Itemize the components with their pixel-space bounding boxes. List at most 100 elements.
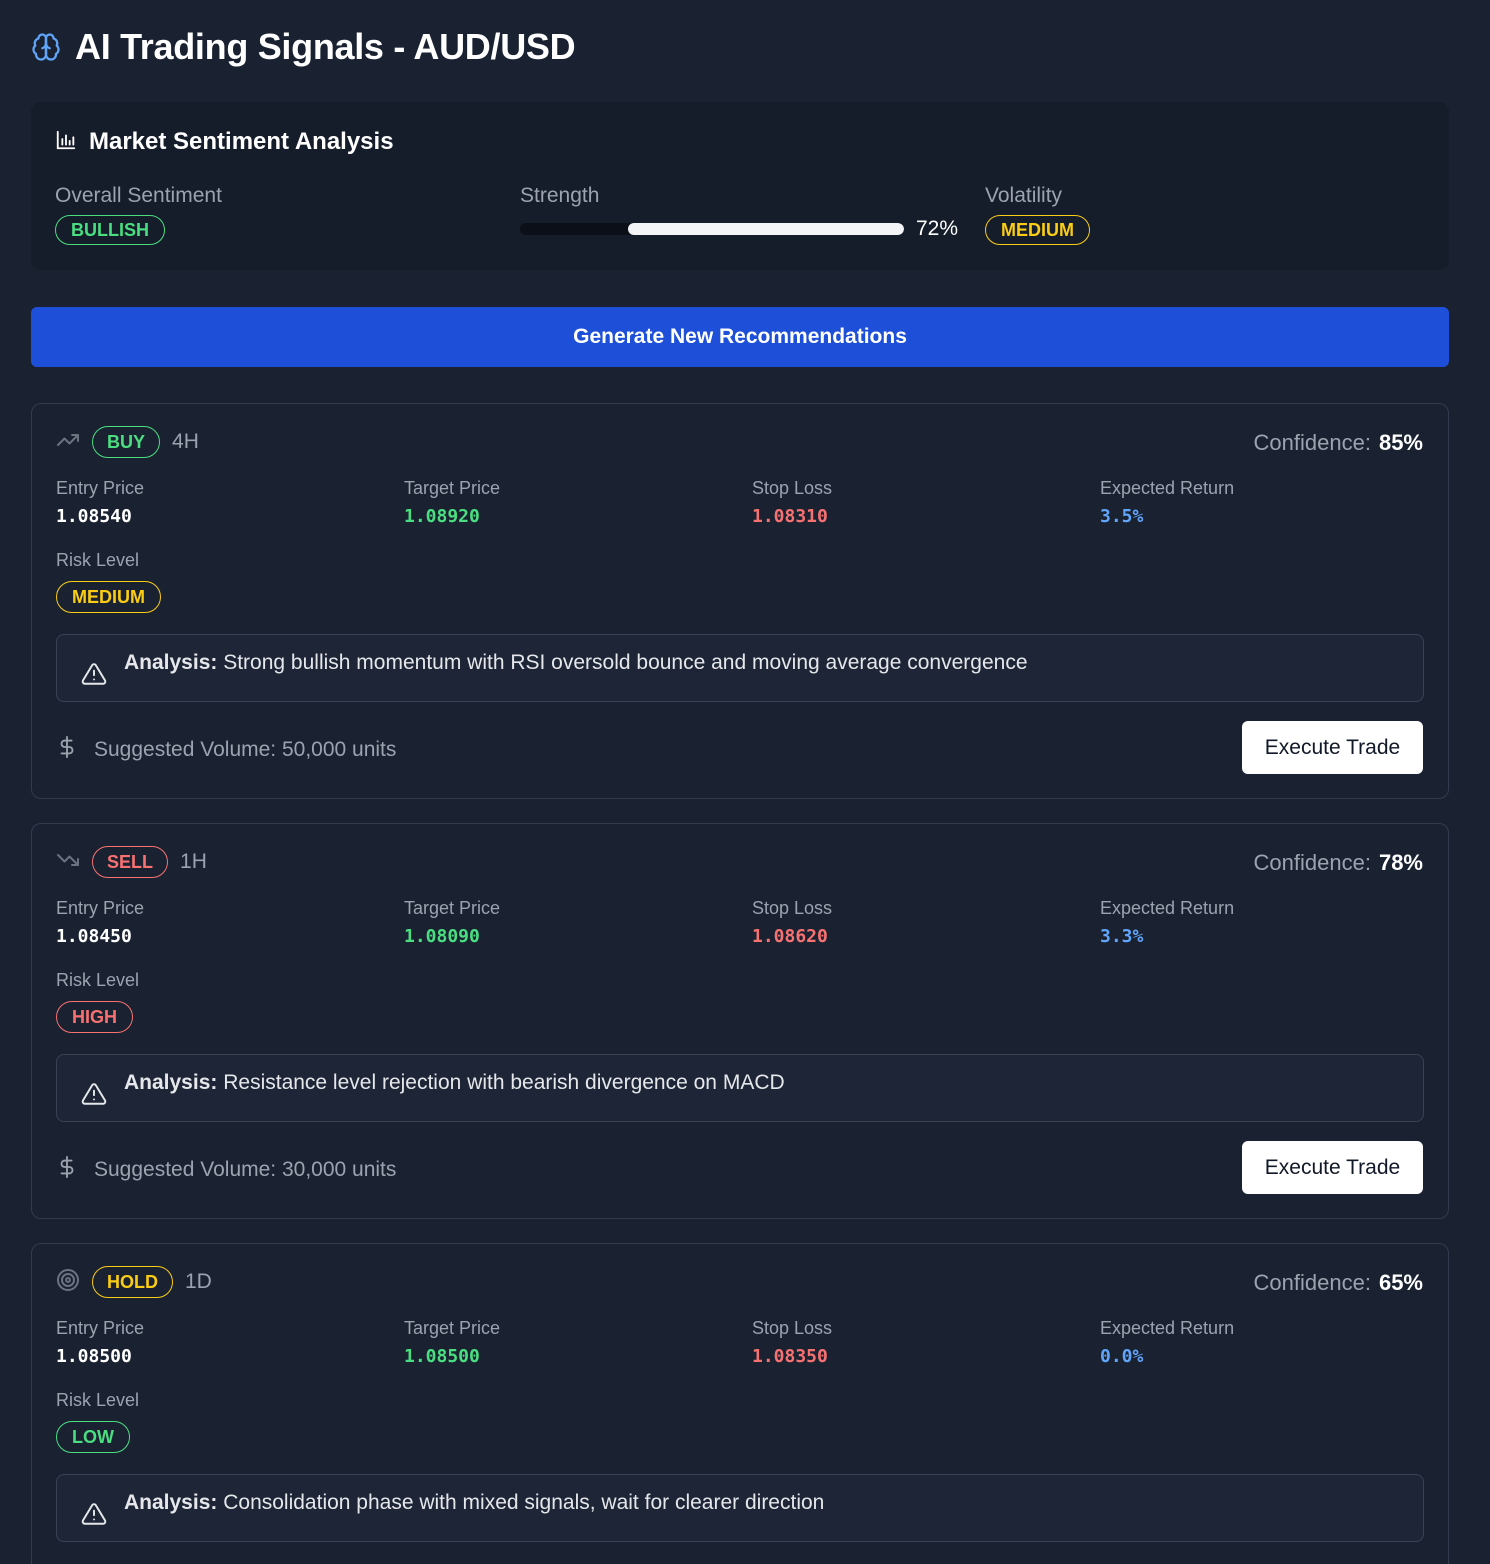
volatility-label: Volatility [985, 184, 1063, 207]
strength-label: Strength [520, 184, 600, 207]
target-price-label: Target Price [404, 478, 501, 498]
stop-loss: Stop Loss 1.08620 [752, 898, 832, 947]
warning-icon [81, 1081, 107, 1107]
target-price-value: 1.08920 [404, 506, 480, 527]
strength-bar-fill [627, 223, 904, 235]
confidence-label: Confidence: [1253, 1270, 1371, 1295]
entry-price: Entry Price 1.08540 [56, 478, 144, 527]
target-price-label: Target Price [404, 1318, 501, 1338]
trending-up-icon [56, 428, 80, 457]
analysis-label: Analysis: [124, 1071, 218, 1094]
suggested-volume-text: Suggested Volume: 30,000 units [94, 1158, 397, 1181]
overall-sentiment: Overall Sentiment BULLISH [55, 184, 222, 245]
entry-price-label: Entry Price [56, 898, 145, 918]
panel-header: Market Sentiment Analysis [55, 128, 1425, 156]
action-badge: SELL [92, 846, 169, 878]
target-price: Target Price 1.08090 [404, 898, 500, 947]
strength-meter: Strength 72% [520, 184, 958, 241]
confidence: Confidence: 78% [1254, 850, 1423, 876]
entry-price-label: Entry Price [56, 1318, 145, 1338]
signal-card-sell: SELL 1H Confidence: 78% Entry Price 1.084… [31, 823, 1449, 1219]
execute-trade-button[interactable]: Execute Trade [1242, 721, 1423, 774]
market-sentiment-panel: Market Sentiment Analysis Overall Sentim… [31, 102, 1449, 270]
target-price-value: 1.08090 [404, 926, 480, 947]
timeframe: 1H [180, 850, 207, 873]
entry-price-value: 1.08450 [56, 926, 132, 947]
expected-return-value: 3.5% [1100, 506, 1144, 527]
action-badge: HOLD [92, 1266, 173, 1298]
confidence-value: 65% [1378, 1270, 1423, 1295]
analysis-body: Strong bullish momentum with RSI oversol… [223, 651, 1028, 674]
warning-icon [81, 661, 107, 687]
signal-card-hold: HOLD 1D Confidence: 65% Entry Price 1.085… [31, 1243, 1449, 1564]
analysis-text: Analysis: Resistance level rejection wit… [124, 1071, 785, 1095]
app-header: AI Trading Signals - AUD/USD [31, 26, 576, 68]
stop-loss-value: 1.08310 [752, 506, 828, 527]
confidence-value: 78% [1378, 850, 1423, 875]
target-icon [56, 1268, 80, 1297]
analysis-body: Resistance level rejection with bearish … [223, 1071, 785, 1094]
confidence: Confidence: 65% [1254, 1270, 1423, 1296]
analysis-label: Analysis: [124, 1491, 218, 1514]
risk-level: Risk Level LOW [56, 1390, 139, 1453]
expected-return: Expected Return 0.0% [1100, 1318, 1234, 1367]
risk-level-label: Risk Level [56, 550, 140, 570]
analysis-box: Analysis: Consolidation phase with mixed… [56, 1474, 1424, 1542]
target-price-label: Target Price [404, 898, 501, 918]
generate-recommendations-button[interactable]: Generate New Recommendations [31, 307, 1449, 367]
risk-badge: LOW [56, 1421, 130, 1453]
confidence: Confidence: 85% [1254, 430, 1423, 456]
stop-loss-label: Stop Loss [752, 478, 833, 498]
dollar-icon [56, 1154, 78, 1186]
warning-icon [81, 1501, 107, 1527]
trending-down-icon [56, 848, 80, 877]
suggested-volume-text: Suggested Volume: 50,000 units [94, 738, 397, 761]
dollar-icon [56, 734, 78, 766]
analysis-body: Consolidation phase with mixed signals, … [223, 1491, 825, 1514]
confidence-label: Confidence: [1253, 430, 1371, 455]
stop-loss: Stop Loss 1.08310 [752, 478, 832, 527]
expected-return-value: 0.0% [1100, 1346, 1144, 1367]
suggested-volume: Suggested Volume: 50,000 units [56, 734, 396, 766]
risk-level: Risk Level MEDIUM [56, 550, 161, 613]
bar-chart-icon [55, 129, 77, 156]
stop-loss-value: 1.08620 [752, 926, 828, 947]
trading-signals-page: AI Trading Signals - AUD/USD Market Sent… [0, 0, 1490, 1564]
analysis-box: Analysis: Strong bullish momentum with R… [56, 634, 1424, 702]
entry-price: Entry Price 1.08500 [56, 1318, 144, 1367]
strength-bar [520, 223, 904, 235]
timeframe: 4H [172, 430, 199, 453]
analysis-text: Analysis: Strong bullish momentum with R… [124, 651, 1028, 675]
stop-loss-label: Stop Loss [752, 898, 833, 918]
action-badge: BUY [92, 426, 161, 458]
stop-loss-value: 1.08350 [752, 1346, 828, 1367]
stop-loss: Stop Loss 1.08350 [752, 1318, 832, 1367]
page-title: AI Trading Signals - AUD/USD [75, 26, 576, 67]
expected-return-label: Expected Return [1100, 898, 1235, 918]
suggested-volume: Suggested Volume: 30,000 units [56, 1154, 396, 1186]
target-price: Target Price 1.08920 [404, 478, 500, 527]
sentiment-badge: BULLISH [55, 215, 165, 245]
entry-price: Entry Price 1.08450 [56, 898, 144, 947]
entry-price-value: 1.08500 [56, 1346, 132, 1367]
strength-value: 72% [916, 217, 959, 240]
target-price-value: 1.08500 [404, 1346, 480, 1367]
analysis-label: Analysis: [124, 651, 218, 674]
entry-price-label: Entry Price [56, 478, 145, 498]
risk-badge: HIGH [56, 1001, 133, 1033]
risk-badge: MEDIUM [56, 581, 161, 613]
volatility: Volatility MEDIUM [985, 184, 1090, 245]
execute-trade-button[interactable]: Execute Trade [1242, 1141, 1423, 1194]
brain-icon [31, 32, 61, 62]
panel-title: Market Sentiment Analysis [89, 128, 394, 155]
expected-return: Expected Return 3.5% [1100, 478, 1234, 527]
expected-return: Expected Return 3.3% [1100, 898, 1234, 947]
confidence-label: Confidence: [1253, 850, 1371, 875]
timeframe: 1D [185, 1270, 212, 1293]
signal-card-buy: BUY 4H Confidence: 85% Entry Price 1.0854… [31, 403, 1449, 799]
risk-level-label: Risk Level [56, 970, 140, 990]
expected-return-label: Expected Return [1100, 478, 1235, 498]
stop-loss-label: Stop Loss [752, 1318, 833, 1338]
analysis-text: Analysis: Consolidation phase with mixed… [124, 1491, 824, 1515]
volatility-badge: MEDIUM [985, 215, 1090, 245]
